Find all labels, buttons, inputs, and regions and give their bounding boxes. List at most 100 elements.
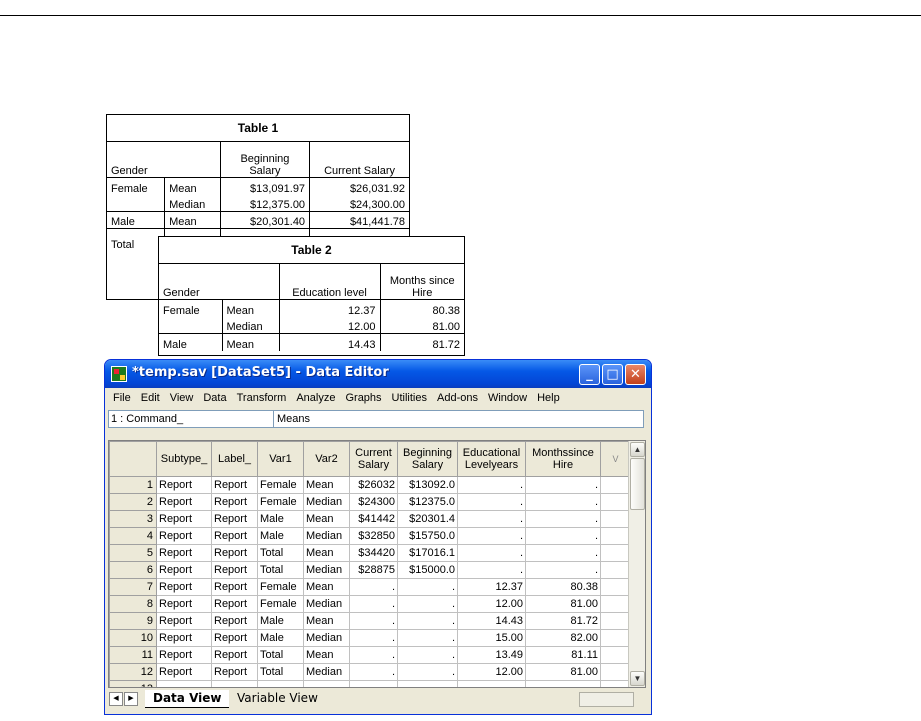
- cell-value-input[interactable]: Means: [274, 409, 644, 428]
- row-number[interactable]: 10: [109, 629, 157, 647]
- grid-cell[interactable]: Report: [211, 476, 258, 494]
- grid-cell[interactable]: 14.43: [457, 612, 526, 630]
- grid-cell[interactable]: .: [525, 510, 601, 528]
- grid-cell[interactable]: .: [397, 612, 458, 630]
- row-number[interactable]: 5: [109, 544, 157, 562]
- grid-cell[interactable]: Report: [211, 663, 258, 681]
- menu-window[interactable]: Window: [483, 392, 532, 404]
- grid-cell[interactable]: $15000.0: [397, 561, 458, 579]
- grid-cell[interactable]: 81.00: [525, 595, 601, 613]
- grid-cell[interactable]: Report: [211, 544, 258, 562]
- grid-cell[interactable]: .: [349, 578, 398, 596]
- grid-cell[interactable]: Report: [156, 476, 212, 494]
- grid-cell[interactable]: .: [397, 578, 458, 596]
- row-number[interactable]: 12: [109, 663, 157, 681]
- grid-cell[interactable]: [600, 612, 631, 630]
- grid-cell[interactable]: Median: [303, 595, 350, 613]
- grid-cell[interactable]: Male: [257, 612, 304, 630]
- menu-view[interactable]: View: [165, 392, 199, 404]
- grid-cell[interactable]: .: [457, 561, 526, 579]
- grid-cell[interactable]: Report: [156, 544, 212, 562]
- grid-cell[interactable]: 81.11: [525, 646, 601, 664]
- grid-cell[interactable]: 80.38: [525, 578, 601, 596]
- grid-cell[interactable]: Report: [156, 629, 212, 647]
- menu-transform[interactable]: Transform: [232, 392, 292, 404]
- grid-cell[interactable]: $15750.0: [397, 527, 458, 545]
- grid-cell[interactable]: .: [349, 595, 398, 613]
- grid-cell[interactable]: Report: [211, 629, 258, 647]
- grid-cell[interactable]: [525, 680, 601, 687]
- corner-cell[interactable]: [109, 441, 157, 477]
- menu-utilities[interactable]: Utilities: [387, 392, 432, 404]
- grid-cell[interactable]: Median: [303, 561, 350, 579]
- spss-data-editor-icon[interactable]: [111, 366, 127, 382]
- row-number[interactable]: 3: [109, 510, 157, 528]
- grid-cell[interactable]: [457, 680, 526, 687]
- grid-cell[interactable]: Report: [211, 612, 258, 630]
- menu-graphs[interactable]: Graphs: [340, 392, 386, 404]
- column-header[interactable]: V: [600, 441, 631, 477]
- grid-cell[interactable]: Report: [156, 595, 212, 613]
- horizontal-scrollbar[interactable]: [579, 692, 634, 707]
- row-number[interactable]: 9: [109, 612, 157, 630]
- column-header[interactable]: Current Salary: [349, 441, 398, 477]
- grid-cell[interactable]: 12.00: [457, 595, 526, 613]
- grid-cell[interactable]: Mean: [303, 510, 350, 528]
- grid-cell[interactable]: Mean: [303, 612, 350, 630]
- menu-data[interactable]: Data: [198, 392, 231, 404]
- grid-cell[interactable]: $13092.0: [397, 476, 458, 494]
- row-number[interactable]: 2: [109, 493, 157, 511]
- grid-cell[interactable]: $34420: [349, 544, 398, 562]
- grid-cell[interactable]: Female: [257, 493, 304, 511]
- grid-cell[interactable]: .: [397, 595, 458, 613]
- grid-cell[interactable]: [600, 663, 631, 681]
- grid-cell[interactable]: [600, 544, 631, 562]
- scroll-down-icon[interactable]: ▼: [630, 671, 645, 686]
- grid-cell[interactable]: Female: [257, 578, 304, 596]
- grid-cell[interactable]: Report: [156, 578, 212, 596]
- column-header[interactable]: Var2: [303, 441, 350, 477]
- pivot-table-2[interactable]: Table 2 Gender Education level Months si…: [158, 236, 465, 356]
- grid-cell[interactable]: Female: [257, 595, 304, 613]
- grid-cell[interactable]: Mean: [303, 544, 350, 562]
- grid-cell[interactable]: Report: [156, 527, 212, 545]
- grid-cell[interactable]: 12.00: [457, 663, 526, 681]
- grid-cell[interactable]: Report: [211, 561, 258, 579]
- grid-cell[interactable]: [600, 510, 631, 528]
- grid-cell[interactable]: .: [397, 629, 458, 647]
- tab-variable-view[interactable]: Variable View: [229, 690, 326, 708]
- grid-cell[interactable]: Report: [211, 595, 258, 613]
- grid-cell[interactable]: [257, 680, 304, 687]
- grid-cell[interactable]: Report: [156, 646, 212, 664]
- grid-cell[interactable]: .: [397, 646, 458, 664]
- grid-cell[interactable]: $24300: [349, 493, 398, 511]
- grid-cell[interactable]: Report: [211, 510, 258, 528]
- vertical-scrollbar[interactable]: ▲ ▼: [628, 441, 645, 687]
- menu-analyze[interactable]: Analyze: [291, 392, 340, 404]
- menu-file[interactable]: File: [108, 392, 136, 404]
- grid-cell[interactable]: .: [457, 527, 526, 545]
- grid-cell[interactable]: .: [457, 544, 526, 562]
- tab-data-view[interactable]: Data View: [145, 690, 230, 708]
- row-number[interactable]: 7: [109, 578, 157, 596]
- grid-cell[interactable]: Report: [211, 646, 258, 664]
- grid-cell[interactable]: [397, 680, 458, 687]
- grid-cell[interactable]: Mean: [303, 578, 350, 596]
- grid-cell[interactable]: [600, 561, 631, 579]
- grid-cell[interactable]: .: [525, 493, 601, 511]
- grid-cell[interactable]: [600, 578, 631, 596]
- column-header[interactable]: Beginning Salary: [397, 441, 458, 477]
- grid-cell[interactable]: $32850: [349, 527, 398, 545]
- grid-cell[interactable]: .: [457, 476, 526, 494]
- grid-cell[interactable]: Mean: [303, 476, 350, 494]
- row-number[interactable]: 13: [109, 680, 157, 687]
- grid-cell[interactable]: 12.37: [457, 578, 526, 596]
- row-number[interactable]: 11: [109, 646, 157, 664]
- menu-add-ons[interactable]: Add-ons: [432, 392, 483, 404]
- grid-cell[interactable]: [600, 493, 631, 511]
- row-number[interactable]: 1: [109, 476, 157, 494]
- close-button[interactable]: ✕: [625, 364, 646, 385]
- column-header[interactable]: Var1: [257, 441, 304, 477]
- grid-cell[interactable]: .: [349, 629, 398, 647]
- grid-cell[interactable]: [349, 680, 398, 687]
